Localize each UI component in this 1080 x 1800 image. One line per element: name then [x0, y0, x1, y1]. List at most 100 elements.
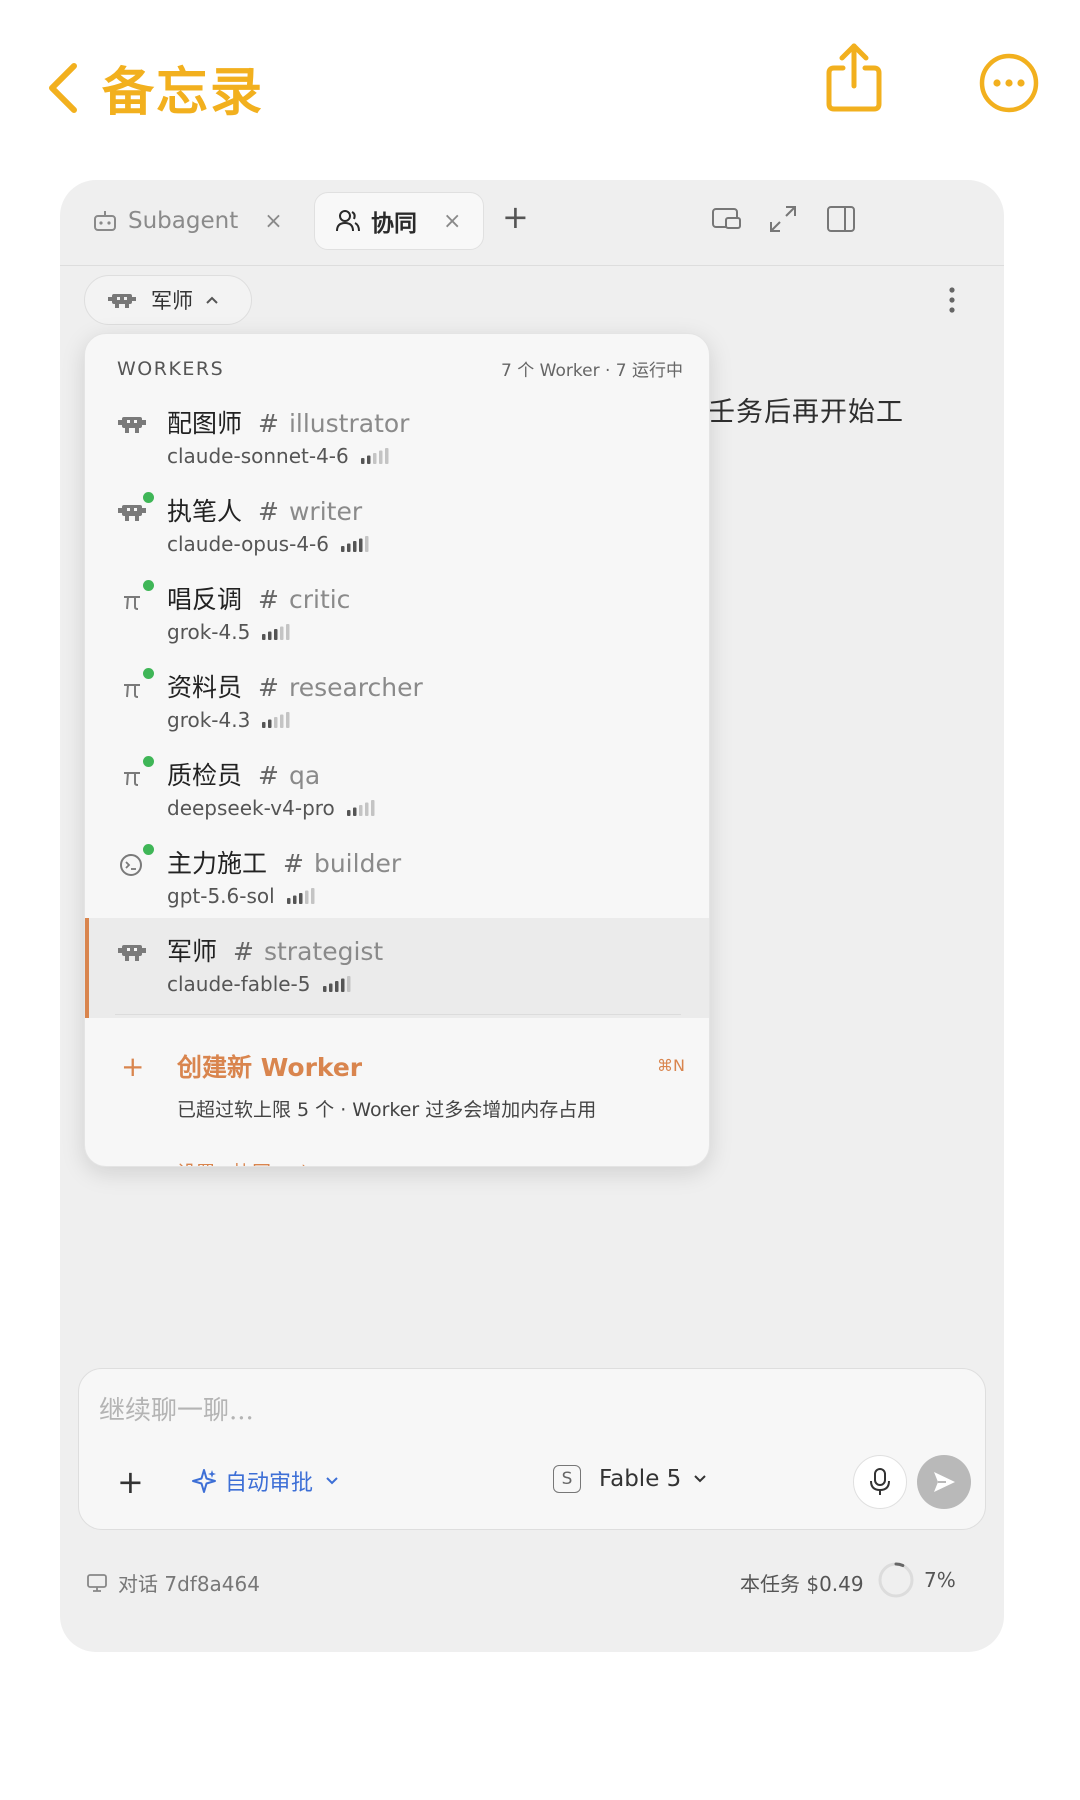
online-status-dot — [143, 756, 154, 767]
worker-item[interactable]: 唱反调 # critic grok-4.5 — [85, 566, 709, 666]
worker-title: 配图师 # illustrator — [167, 404, 409, 440]
worker-item[interactable]: 主力施工 # builder gpt-5.6-sol — [85, 830, 709, 930]
worker-model: claude-fable-5 — [167, 972, 353, 996]
worker-name: 唱反调 — [167, 585, 243, 614]
worker-model: claude-sonnet-4-6 — [167, 444, 391, 468]
tab-close-button[interactable]: × — [443, 209, 461, 234]
app-window: Subagent × 协同 × + 军师 壬务后再开始工 WORKERS 7 个… — [60, 180, 1004, 1652]
worker-role: builder — [313, 849, 402, 878]
agent-selector[interactable]: 军师 — [84, 275, 252, 325]
plus-icon: + — [121, 1050, 145, 1083]
worker-role: strategist — [263, 937, 384, 966]
worker-name: 主力施工 — [167, 849, 268, 878]
worker-title: 资料员 # researcher — [167, 668, 423, 704]
chevron-up-icon — [206, 296, 218, 304]
divider — [115, 1014, 681, 1015]
sidebar-toggle-icon[interactable] — [824, 202, 858, 236]
share-icon[interactable] — [824, 40, 884, 114]
expand-icon[interactable] — [766, 202, 800, 236]
monitor-icon — [87, 1573, 107, 1592]
worker-role: critic — [288, 585, 351, 614]
hash-symbol: # — [258, 409, 279, 438]
ellipsis-circle-icon[interactable] — [978, 52, 1040, 114]
workers-count: 7 个 Worker · 7 运行中 — [501, 361, 683, 381]
chevron-right-icon: › — [301, 1157, 309, 1166]
signal-strength-icon — [262, 712, 290, 728]
conversation-label: 对话 7df8a464 — [118, 1572, 260, 1596]
composer: + 自动审批 S Fable 5 — [78, 1368, 986, 1530]
model-label: Fable 5 — [599, 1466, 682, 1492]
worker-role: researcher — [288, 673, 423, 702]
notes-top-bar: 备忘录 — [0, 0, 1080, 150]
worker-model-name: claude-fable-5 — [167, 972, 311, 996]
online-status-dot — [143, 844, 154, 855]
robot-icon — [117, 940, 147, 966]
tab-subagent[interactable]: Subagent × — [92, 192, 283, 250]
chevron-left-icon — [49, 62, 77, 113]
attach-button[interactable]: + — [117, 1463, 144, 1501]
worker-item[interactable]: 资料员 # researcher grok-4.3 — [85, 654, 709, 754]
microphone-button[interactable] — [853, 1455, 907, 1509]
keyboard-shortcut: ⌘N — [657, 1056, 685, 1075]
pi-icon — [117, 588, 147, 614]
tab-bar: Subagent × 协同 × + — [60, 180, 1004, 266]
tab-close-button[interactable]: × — [264, 209, 282, 234]
context-usage-ring — [878, 1562, 914, 1598]
model-badge-icon: S — [553, 1465, 581, 1493]
send-button[interactable] — [917, 1455, 971, 1509]
send-icon — [934, 1472, 955, 1492]
collab-settings-link[interactable]: 设置 · 协同 — [177, 1158, 271, 1166]
add-tab-button[interactable]: + — [502, 198, 529, 236]
create-worker-button[interactable]: + 创建新 Worker ⌘N 已超过软上限 5 个 · Worker 过多会增… — [85, 1024, 709, 1166]
chat-input[interactable] — [99, 1389, 959, 1433]
hash-symbol: # — [283, 849, 304, 878]
worker-model-name: claude-sonnet-4-6 — [167, 444, 349, 468]
worker-model-name: grok-4.3 — [167, 708, 251, 732]
hash-symbol: # — [258, 585, 279, 614]
worker-title: 主力施工 # builder — [167, 844, 401, 880]
worker-title: 军师 # strategist — [167, 932, 383, 968]
worker-model: grok-4.5 — [167, 620, 292, 644]
picture-in-picture-icon[interactable] — [710, 202, 744, 236]
worker-model-name: claude-opus-4-6 — [167, 532, 329, 556]
online-status-dot — [143, 668, 154, 679]
worker-title: 执笔人 # writer — [167, 492, 362, 528]
back-label: 备忘录 — [102, 63, 265, 123]
hash-symbol: # — [258, 673, 279, 702]
pi-icon — [117, 764, 147, 790]
worker-model: claude-opus-4-6 — [167, 532, 371, 556]
online-status-dot — [143, 492, 154, 503]
message-text-partial: 壬务后再开始工 — [708, 397, 904, 428]
model-selector[interactable]: S Fable 5 — [553, 1465, 707, 1493]
robot-icon — [108, 294, 136, 308]
worker-item[interactable]: 执笔人 # writer claude-opus-4-6 — [85, 478, 709, 578]
auto-approve-toggle[interactable]: 自动审批 — [191, 1465, 347, 1497]
worker-role: illustrator — [288, 409, 410, 438]
workers-header: WORKERS 7 个 Worker · 7 运行中 — [117, 356, 683, 382]
signal-strength-icon — [322, 976, 350, 992]
worker-model-name: grok-4.5 — [167, 620, 251, 644]
terminal-face-icon — [117, 852, 147, 878]
conversation-id[interactable]: 对话 7df8a464 — [86, 1568, 260, 1597]
signal-strength-icon — [286, 888, 315, 904]
worker-limit-warning: 已超过软上限 5 个 · Worker 过多会增加内存占用 — [177, 1099, 597, 1121]
sparkle-icon — [192, 1469, 216, 1493]
worker-title: 唱反调 # critic — [167, 580, 350, 616]
worker-model: gpt-5.6-sol — [167, 884, 317, 908]
worker-model-name: gpt-5.6-sol — [167, 884, 275, 908]
worker-item[interactable]: 军师 # strategist claude-fable-5 — [85, 918, 709, 1018]
worker-model: grok-4.3 — [167, 708, 292, 732]
worker-model: deepseek-v4-pro — [167, 796, 377, 820]
tab-collab[interactable]: 协同 × — [314, 192, 484, 250]
workers-title: WORKERS — [117, 357, 225, 380]
kebab-menu-icon[interactable] — [946, 284, 958, 316]
hash-symbol: # — [258, 497, 279, 526]
back-button[interactable]: 备忘录 — [44, 50, 264, 125]
worker-item[interactable]: 配图师 # illustrator claude-sonnet-4-6 — [85, 390, 709, 490]
create-worker-label: 创建新 Worker — [177, 1053, 363, 1082]
robot-icon — [117, 412, 147, 438]
worker-name: 军师 — [167, 937, 218, 966]
worker-item[interactable]: 质检员 # qa deepseek-v4-pro — [85, 742, 709, 842]
tab-label: Subagent — [128, 208, 239, 234]
agent-selector-label: 军师 — [151, 289, 193, 313]
